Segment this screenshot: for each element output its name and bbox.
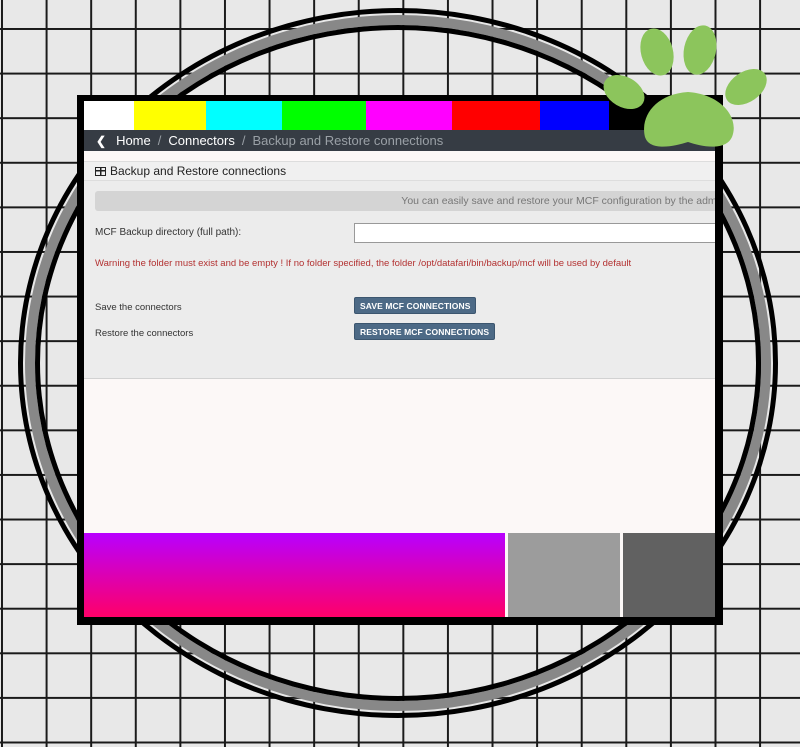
table-icon bbox=[95, 166, 106, 176]
panel-header: Backup and Restore connections bbox=[84, 161, 715, 181]
directory-label: MCF Backup directory (full path): bbox=[95, 227, 242, 238]
breadcrumb-separator: / bbox=[157, 133, 162, 148]
breadcrumb-separator: / bbox=[241, 133, 246, 148]
breadcrumb-connectors[interactable]: Connectors bbox=[168, 133, 234, 148]
color-bar bbox=[281, 101, 367, 130]
warning-text: Warning the folder must exist and be emp… bbox=[95, 258, 632, 269]
color-bar bbox=[366, 101, 453, 130]
panel-title: Backup and Restore connections bbox=[110, 164, 287, 178]
color-bar bbox=[452, 101, 541, 130]
screen: ❮ Home / Connectors / Backup and Restore… bbox=[84, 101, 715, 617]
paw-print-icon bbox=[603, 25, 767, 147]
color-bar bbox=[540, 101, 610, 130]
restore-mcf-connections-button[interactable]: RESTORE MCF CONNECTIONS bbox=[354, 323, 496, 340]
restore-label: Restore the connectors bbox=[95, 328, 194, 339]
monitor-frame: ❮ Home / Connectors / Backup and Restore… bbox=[77, 95, 723, 625]
gray-test-block-light bbox=[508, 533, 620, 617]
breadcrumb-home[interactable]: Home bbox=[116, 133, 151, 148]
chevron-left-icon[interactable]: ❮ bbox=[96, 134, 106, 148]
color-bar bbox=[84, 101, 135, 130]
color-bar bbox=[134, 101, 207, 130]
save-label: Save the connectors bbox=[95, 302, 182, 313]
info-bar: You can easily save and restore your MCF… bbox=[95, 191, 715, 211]
gray-test-block-dark bbox=[623, 533, 715, 617]
save-mcf-connections-button[interactable]: SAVE MCF CONNECTIONS bbox=[354, 297, 477, 314]
gradient-test-block bbox=[84, 533, 505, 617]
backup-directory-input[interactable] bbox=[354, 223, 715, 243]
breadcrumb-current: Backup and Restore connections bbox=[252, 133, 444, 148]
color-bar bbox=[206, 101, 282, 130]
backup-restore-panel: Backup and Restore connections You can e… bbox=[84, 161, 715, 379]
